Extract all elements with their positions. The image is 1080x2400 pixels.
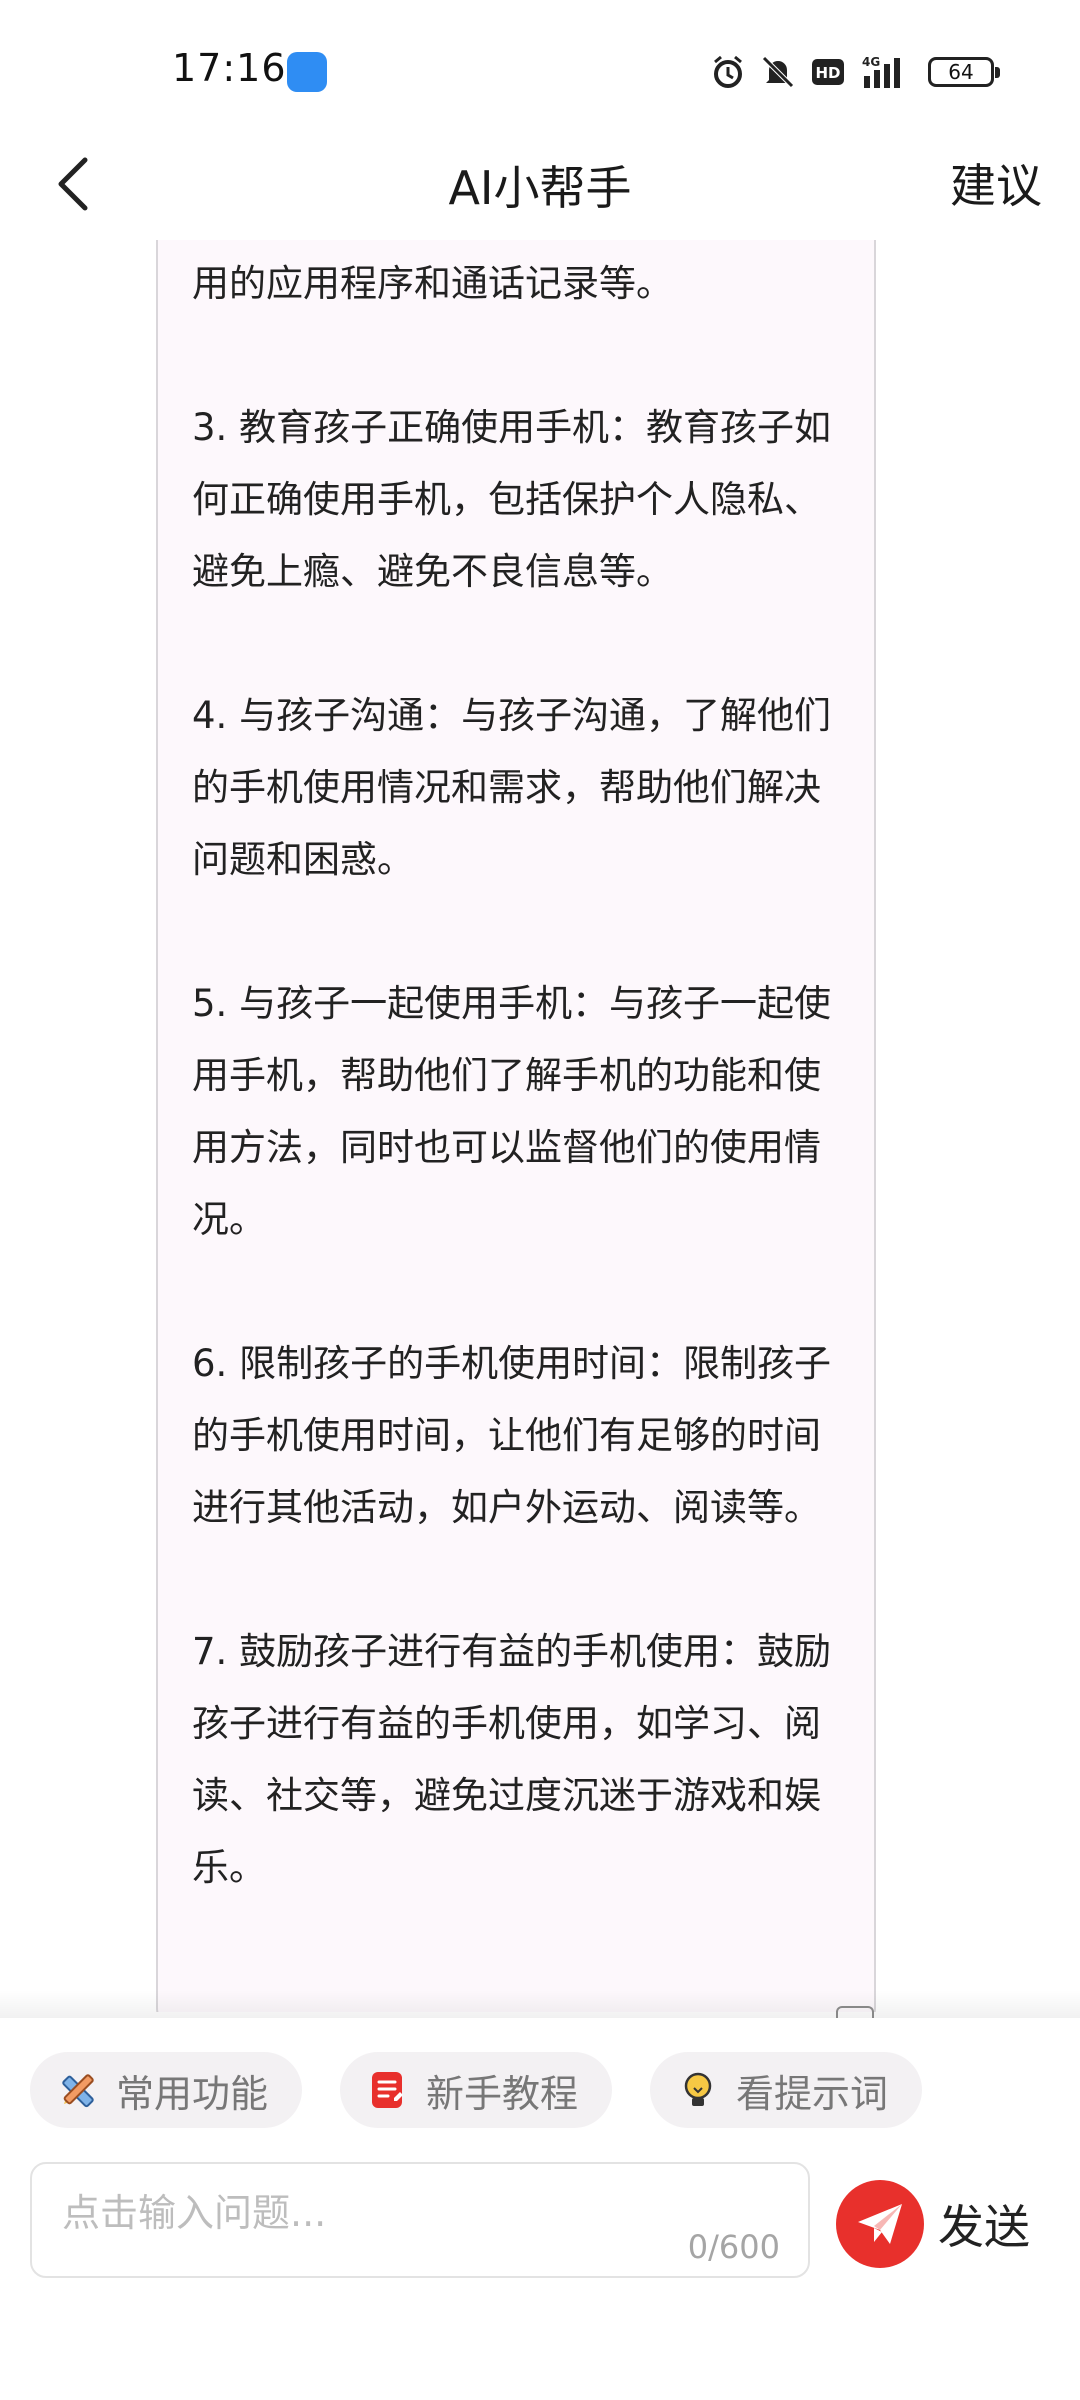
message-paragraph: 3. 教育孩子正确使用手机：教育孩子如何正确使用手机，包括保护个人隐私、避免上瘾… [192, 406, 832, 593]
chip-label: 新手教程 [426, 2071, 579, 2116]
battery-icon: 64 [928, 57, 1000, 87]
send-label: 发送 [938, 2200, 1030, 2254]
message-paragraph: 5. 与孩子一起使用手机：与孩子一起使用手机，帮助他们了解手机的功能和使用方法，… [192, 982, 832, 1241]
page-title: AI小帮手 [448, 161, 632, 215]
chip-tutorial[interactable]: 新手教程 [340, 2052, 612, 2128]
chip-label: 常用功能 [116, 2071, 269, 2116]
message-paragraph: 4. 与孩子沟通：与孩子沟通，了解他们的手机使用情况和需求，帮助他们解决问题和困… [192, 694, 832, 881]
status-bar: 17:16 HD 4G 64 [0, 0, 1080, 130]
chip-label: 看提示词 [736, 2071, 889, 2116]
status-time: 17:16 [172, 46, 287, 90]
alarm-icon [710, 54, 746, 90]
quick-chips: 常用功能 新手教程 看提示词 [30, 2052, 922, 2128]
question-input-box[interactable]: 0/600 [30, 2162, 810, 2278]
chip-common-functions[interactable]: 常用功能 [30, 2052, 302, 2128]
lightbulb-icon [676, 2068, 720, 2112]
app-notification-icon [287, 52, 327, 92]
message-paragraph: 7. 鼓励孩子进行有益的手机使用：鼓励孩子进行有益的手机使用，如学习、阅读、社交… [192, 1630, 832, 1889]
pencil-ruler-icon [56, 2068, 100, 2112]
message-paragraph: 用的应用程序和通话记录等。 [192, 262, 673, 305]
chip-prompt-tips[interactable]: 看提示词 [650, 2052, 922, 2128]
paper-plane-icon [836, 2180, 924, 2268]
signal-icon: 4G [860, 54, 914, 90]
suggest-button[interactable]: 建议 [950, 150, 1042, 216]
ai-message-text: 用的应用程序和通话记录等。 3. 教育孩子正确使用手机：教育孩子如何正确使用手机… [192, 248, 842, 1904]
status-icons: HD 4G 64 [710, 50, 1000, 94]
question-input[interactable] [60, 2184, 664, 2242]
network-label: 4G [862, 55, 880, 69]
bottom-panel: 常用功能 新手教程 看提示词 0/600 发送 [0, 2018, 1080, 2400]
document-icon [366, 2068, 410, 2112]
message-paragraph: 6. 限制孩子的手机使用时间：限制孩子的手机使用时间，让他们有足够的时间进行其他… [192, 1342, 832, 1529]
svg-text:HD: HD [815, 64, 840, 82]
hd-icon: HD [810, 57, 846, 87]
send-button[interactable]: 发送 [836, 2176, 1030, 2272]
nav-bar: AI小帮手 建议 [0, 130, 1080, 240]
mute-icon [760, 54, 796, 90]
char-count: 0/600 [687, 2228, 780, 2266]
panel-shadow [0, 1990, 1080, 2020]
